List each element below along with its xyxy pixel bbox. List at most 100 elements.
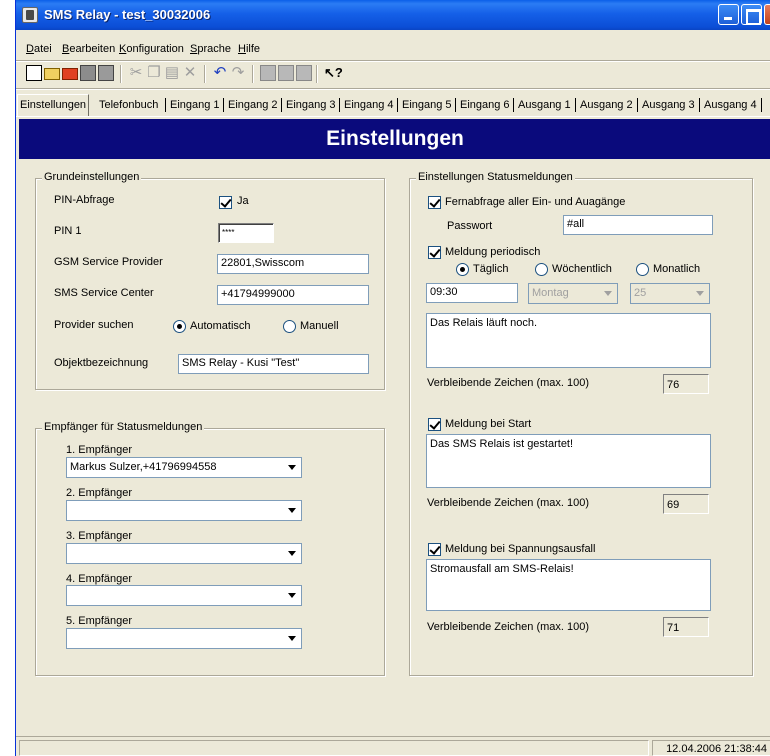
context-help-icon[interactable]: ↖?: [324, 65, 343, 81]
status-datetime: 12.04.2006 21:38:44: [666, 743, 767, 755]
title-bar[interactable]: SMS Relay - test_30032006: [16, 0, 770, 30]
sms-center-field[interactable]: +41794999000: [217, 285, 369, 305]
tab-divider: [397, 98, 398, 112]
chevron-down-icon[interactable]: [284, 545, 300, 562]
new-icon[interactable]: [26, 65, 42, 81]
chevron-down-icon[interactable]: [284, 630, 300, 647]
weekday-select[interactable]: Montag: [528, 283, 618, 304]
taeglich-radio[interactable]: [456, 263, 469, 276]
woechentlich-radio[interactable]: [535, 263, 548, 276]
periodisch-text[interactable]: Das Relais läuft noch.: [426, 313, 711, 368]
tab-eingang-3[interactable]: Eingang 3: [284, 96, 338, 116]
woechentlich-label: Wöchentlich: [552, 263, 612, 275]
fernabfrage-checkbox[interactable]: [428, 196, 441, 209]
cut-icon[interactable]: ✂: [128, 65, 144, 81]
periodisch-checkbox[interactable]: [428, 246, 441, 259]
tab-eingang-5[interactable]: Eingang 5: [400, 96, 454, 116]
monthday-value: 25: [634, 287, 647, 299]
chevron-down-icon[interactable]: [692, 285, 708, 302]
toolbar-separator: [316, 65, 318, 83]
tool-a-icon[interactable]: [260, 65, 276, 81]
menu-sprache[interactable]: Sprache: [190, 43, 231, 55]
provider-auto-radio[interactable]: [173, 320, 186, 333]
remaining-count-2: 69: [663, 494, 709, 514]
empfaenger-5-label: 5. Empfänger: [66, 615, 133, 627]
open-red-icon[interactable]: [62, 68, 78, 80]
pin-abfrage-checkbox[interactable]: [219, 196, 232, 209]
objekt-label: Objektbezeichnung: [54, 357, 149, 369]
menu-datei[interactable]: Datei: [26, 43, 52, 55]
fernabfrage-label: Fernabfrage aller Ein- und Auagänge: [445, 196, 626, 208]
empfaenger-1-value: Markus Sulzer,+41796994558: [70, 461, 217, 473]
group-title: Einstellungen Statusmeldungen: [416, 171, 575, 183]
pin1-label: PIN 1: [54, 225, 82, 237]
chevron-down-icon[interactable]: [284, 502, 300, 519]
spannung-checkbox[interactable]: [428, 543, 441, 556]
tab-divider: [165, 98, 166, 112]
chevron-down-icon[interactable]: [600, 285, 616, 302]
toolbar-separator: [204, 65, 206, 83]
empfaenger-5-select[interactable]: [66, 628, 302, 649]
menu-konfiguration[interactable]: Konfiguration: [119, 43, 184, 55]
tab-divider: [761, 98, 762, 112]
pin1-field[interactable]: ****: [218, 223, 274, 243]
empfaenger-3-label: 3. Empfänger: [66, 530, 133, 542]
menu-bearbeiten[interactable]: Bearbeiten: [62, 43, 115, 55]
monatlich-label: Monatlich: [653, 263, 701, 275]
tab-ausgang-2[interactable]: Ausgang 2: [578, 96, 635, 116]
spannung-text[interactable]: Stromausfall am SMS-Relais!: [426, 559, 711, 611]
chevron-down-icon[interactable]: [284, 587, 300, 604]
menu-hilfe-mnemonic: H: [238, 43, 246, 55]
open-icon[interactable]: [44, 68, 60, 80]
start-text[interactable]: Das SMS Relais ist gestartet!: [426, 434, 711, 488]
menu-hilfe[interactable]: Hilfe: [238, 43, 260, 55]
undo-icon[interactable]: ↶: [212, 65, 228, 81]
maximize-button[interactable]: [741, 4, 762, 25]
toolbar-separator: [120, 65, 122, 83]
paste-icon[interactable]: ▤: [164, 65, 180, 81]
tab-divider: [513, 98, 514, 112]
status-pane-main: [19, 740, 649, 756]
gsm-provider-label: GSM Service Provider: [54, 256, 163, 268]
tab-einstellungen[interactable]: Einstellungen: [17, 94, 90, 116]
provider-manual-radio[interactable]: [283, 320, 296, 333]
save-icon[interactable]: [80, 65, 96, 81]
tab-ausgang-4[interactable]: Ausgang 4: [702, 96, 759, 116]
tab-eingang-2[interactable]: Eingang 2: [226, 96, 280, 116]
tab-telefonbuch[interactable]: Telefonbuch: [97, 96, 160, 116]
sms-center-label: SMS Service Center: [54, 287, 154, 299]
monthday-select[interactable]: 25: [630, 283, 710, 304]
group-title: Grundeinstellungen: [42, 171, 142, 183]
print-icon[interactable]: [98, 65, 114, 81]
periodisch-label: Meldung periodisch: [445, 246, 541, 258]
page-banner: Einstellungen: [19, 119, 770, 159]
empfaenger-4-select[interactable]: [66, 585, 302, 606]
passwort-field[interactable]: #all: [563, 215, 713, 235]
objekt-field[interactable]: SMS Relay - Kusi "Test": [178, 354, 369, 374]
close-button[interactable]: [764, 4, 770, 25]
redo-icon[interactable]: ↷: [230, 65, 246, 81]
tab-eingang-6[interactable]: Eingang 6: [458, 96, 512, 116]
tab-eingang-1[interactable]: Eingang 1: [168, 96, 222, 116]
tab-ausgang-1[interactable]: Ausgang 1: [516, 96, 573, 116]
start-checkbox[interactable]: [428, 418, 441, 431]
tab-eingang-4[interactable]: Eingang 4: [342, 96, 396, 116]
monatlich-radio[interactable]: [636, 263, 649, 276]
tab-ausgang-3[interactable]: Ausgang 3: [640, 96, 697, 116]
chevron-down-icon[interactable]: [284, 459, 300, 476]
empfaenger-1-select[interactable]: Markus Sulzer,+41796994558: [66, 457, 302, 478]
remaining-count-3: 71: [663, 617, 709, 637]
empfaenger-3-select[interactable]: [66, 543, 302, 564]
gsm-provider-field[interactable]: 22801,Swisscom: [217, 254, 369, 274]
delete-icon[interactable]: ✕: [182, 65, 198, 81]
tool-b-icon[interactable]: [278, 65, 294, 81]
menu-datei-label: atei: [33, 43, 52, 55]
time-field[interactable]: 09:30: [426, 283, 518, 303]
minimize-button[interactable]: [718, 4, 739, 25]
empfaenger-2-select[interactable]: [66, 500, 302, 521]
tab-divider: [575, 98, 576, 112]
empfaenger-2-label: 2. Empfänger: [66, 487, 133, 499]
copy-icon[interactable]: ❐: [146, 65, 162, 81]
empfaenger-4-label: 4. Empfänger: [66, 573, 133, 585]
tool-c-icon[interactable]: [296, 65, 312, 81]
